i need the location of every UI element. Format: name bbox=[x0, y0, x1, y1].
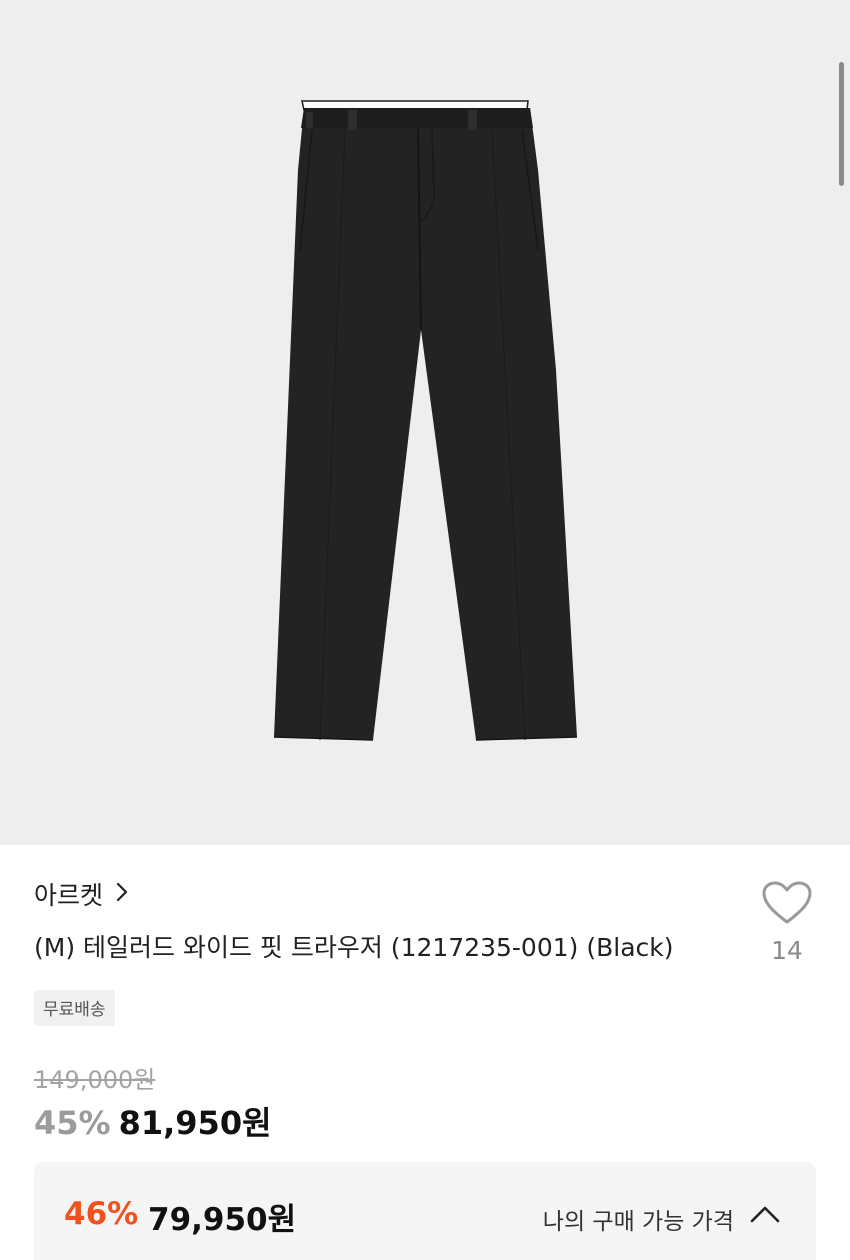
shipping-badge: 무료배송 bbox=[34, 990, 115, 1026]
product-image[interactable] bbox=[0, 0, 850, 845]
like-count: 14 bbox=[771, 936, 803, 965]
discount-percent: 45% bbox=[34, 1104, 111, 1142]
original-price: 149,000원 bbox=[34, 1066, 156, 1094]
chevron-up-icon[interactable] bbox=[748, 1202, 782, 1228]
product-title: (M) 테일러드 와이드 핏 트라우저 (1217235-001) (Black… bbox=[34, 933, 674, 962]
my-price-panel[interactable]: 46% 79,950원 나의 구매 가능 가격 bbox=[34, 1162, 816, 1260]
like-button[interactable]: 14 bbox=[756, 880, 818, 965]
brand-name: 아르켓 bbox=[34, 881, 104, 910]
my-price: 79,950원 bbox=[148, 1202, 297, 1238]
sale-price-row: 45% 81,950원 bbox=[34, 1098, 272, 1144]
image-scrollbar[interactable] bbox=[839, 62, 844, 186]
trousers-image bbox=[273, 100, 578, 741]
chevron-right-icon bbox=[115, 880, 129, 909]
my-discount-percent: 46% bbox=[64, 1196, 139, 1232]
my-price-label: 나의 구매 가능 가격 bbox=[542, 1209, 734, 1235]
heart-icon bbox=[761, 881, 813, 930]
brand-link[interactable]: 아르켓 bbox=[34, 876, 129, 912]
product-detail-page: 아르켓 (M) 테일러드 와이드 핏 트라우저 (1217235-001) (B… bbox=[0, 0, 850, 1260]
sale-price: 81,950원 bbox=[118, 1104, 272, 1142]
